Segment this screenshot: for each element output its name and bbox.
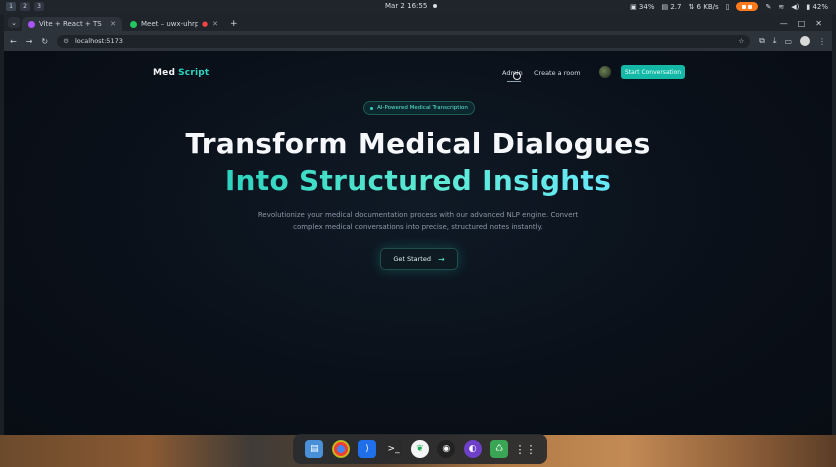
bookmark-star-icon[interactable]: ☆ — [738, 37, 744, 45]
net-value: 6 KB/s — [696, 2, 719, 11]
clock: Mar 2 16:55 — [385, 2, 428, 10]
workspace-3[interactable]: 3 — [34, 2, 44, 11]
workspace-switcher[interactable]: 1 2 3 — [6, 2, 44, 11]
hero-subtitle-line2: complex medical conversations into preci… — [293, 223, 543, 231]
tab-strip: ⌄ Vite + React + TS ✕ Meet – uwx-uhrp-..… — [4, 14, 832, 31]
temp-value: 2.7 — [670, 2, 682, 11]
tab-meet[interactable]: Meet – uwx-uhrp-... ● ✕ — [124, 17, 224, 31]
close-tab-icon[interactable]: ✕ — [212, 20, 218, 28]
close-tab-icon[interactable]: ✕ — [110, 20, 116, 28]
notification-dot-icon — [433, 4, 438, 8]
tab-title: Meet – uwx-uhrp-... — [141, 20, 199, 28]
mouse-cursor-icon — [513, 72, 521, 80]
start-conversation-button[interactable]: Start Conversation — [621, 65, 685, 79]
back-icon[interactable]: ← — [10, 37, 17, 46]
get-started-label: Get Started — [393, 255, 431, 263]
recycle-icon[interactable]: ♺ — [490, 440, 509, 458]
system-top-bar: 1 2 3 Mar 2 16:55 ▣ 34% ▤ 2.7 ⇅ 6 KB/s ▯… — [0, 0, 836, 14]
status-area[interactable]: ▣ 34% ▤ 2.7 ⇅ 6 KB/s ▯ ✎ ≋ ◀) ▮ 42% — [630, 2, 828, 11]
minimize-icon[interactable]: — — [780, 19, 788, 28]
reload-icon[interactable]: ↻ — [41, 37, 48, 46]
tab-title: Vite + React + TS — [39, 20, 102, 28]
logo-accent: Script — [178, 68, 210, 78]
hero-subtitle-line1: Revolutionize your medical documentation… — [257, 211, 579, 219]
temp-indicator: ▤ 2.7 — [661, 2, 682, 11]
logo-main: Med — [153, 68, 176, 78]
hero-headline-line2: Into Structured Insights — [4, 164, 832, 197]
app-dock: ▤ ⟩ >_ ❦ ◉ ◐ ♺ ⋮⋮ — [293, 434, 547, 464]
cpu-value: 34% — [638, 2, 655, 11]
site-info-icon[interactable]: ⚙ — [63, 37, 69, 45]
forward-icon[interactable]: → — [26, 37, 33, 46]
web-page: Med Script Admin Create a room Start Conv… — [4, 51, 832, 435]
wifi-icon: ≋ — [778, 2, 785, 11]
volume-icon: ◀) — [791, 2, 800, 11]
cpu-indicator: ▣ 34% — [630, 2, 655, 11]
meet-favicon-icon — [130, 20, 137, 28]
battery-indicator: ▮ 42% — [806, 2, 828, 11]
hero-headline-gradient-text: Into Structured Insights — [224, 164, 612, 197]
hero-headline-line1: Transform Medical Dialogues — [185, 127, 651, 160]
admin-hover-underline — [507, 81, 521, 82]
files-icon[interactable]: ▤ — [305, 440, 324, 458]
get-started-button[interactable]: Get Started → — [380, 248, 458, 270]
recording-dot-icon: ● — [202, 20, 209, 28]
feature-badge: AI-Powered Medical Transcription — [363, 101, 475, 115]
tab-search-icon[interactable]: ⌄ — [8, 17, 20, 28]
site-logo[interactable]: Med Script — [153, 68, 209, 78]
chrome-icon[interactable] — [331, 440, 350, 458]
new-tab-button[interactable]: + — [230, 19, 238, 29]
window-controls: — □ ✕ — [780, 19, 832, 31]
extensions-icon[interactable]: ⧉ — [759, 36, 765, 46]
workspace-1[interactable]: 1 — [6, 2, 16, 11]
clipboard-icon[interactable]: ▯ — [726, 3, 730, 11]
badge-dot-icon — [370, 106, 374, 110]
battery-value: 42% — [812, 2, 828, 11]
clock-area[interactable]: Mar 2 16:55 — [385, 2, 438, 10]
obs-icon[interactable]: ◉ — [437, 440, 456, 458]
maximize-icon[interactable]: □ — [798, 19, 806, 28]
vscode-icon[interactable]: ⟩ — [358, 440, 377, 458]
net-indicator: ⇅ 6 KB/s — [688, 2, 719, 11]
mongodb-icon[interactable]: ❦ — [410, 440, 429, 458]
recording-indicator[interactable] — [736, 2, 759, 11]
nav-create-room-link[interactable]: Create a room — [534, 69, 581, 77]
mic-icon: ✎ — [765, 2, 772, 11]
more-menu-icon[interactable]: ⋮ — [818, 37, 826, 46]
app-grid-icon[interactable]: ⋮⋮ — [515, 440, 537, 458]
workspace-2[interactable]: 2 — [20, 2, 30, 11]
address-bar[interactable]: ⚙ localhost:5173 ☆ — [57, 34, 751, 48]
browser-toolbar: ← → ↻ ⚙ localhost:5173 ☆ ⧉ ⤓ ▭ ⋮ — [4, 31, 832, 51]
site-navbar: Med Script Admin Create a room Start Conv… — [4, 63, 832, 83]
tab-vite[interactable]: Vite + React + TS ✕ — [22, 17, 122, 31]
browser-window: ⌄ Vite + React + TS ✕ Meet – uwx-uhrp-..… — [4, 14, 832, 435]
toolbar-actions: ⧉ ⤓ ▭ ⋮ — [759, 36, 826, 46]
github-icon[interactable]: ◐ — [463, 440, 482, 458]
sidebar-icon[interactable]: ▭ — [784, 37, 792, 46]
user-avatar[interactable] — [599, 66, 611, 78]
close-window-icon[interactable]: ✕ — [815, 19, 822, 28]
profile-avatar[interactable] — [800, 36, 810, 46]
badge-text: AI-Powered Medical Transcription — [377, 105, 468, 111]
vite-favicon-icon — [28, 20, 35, 28]
download-icon[interactable]: ⤓ — [773, 36, 777, 46]
url-text[interactable]: localhost:5173 — [75, 37, 123, 45]
arrow-right-icon: → — [437, 254, 445, 264]
terminal-icon[interactable]: >_ — [384, 440, 403, 458]
